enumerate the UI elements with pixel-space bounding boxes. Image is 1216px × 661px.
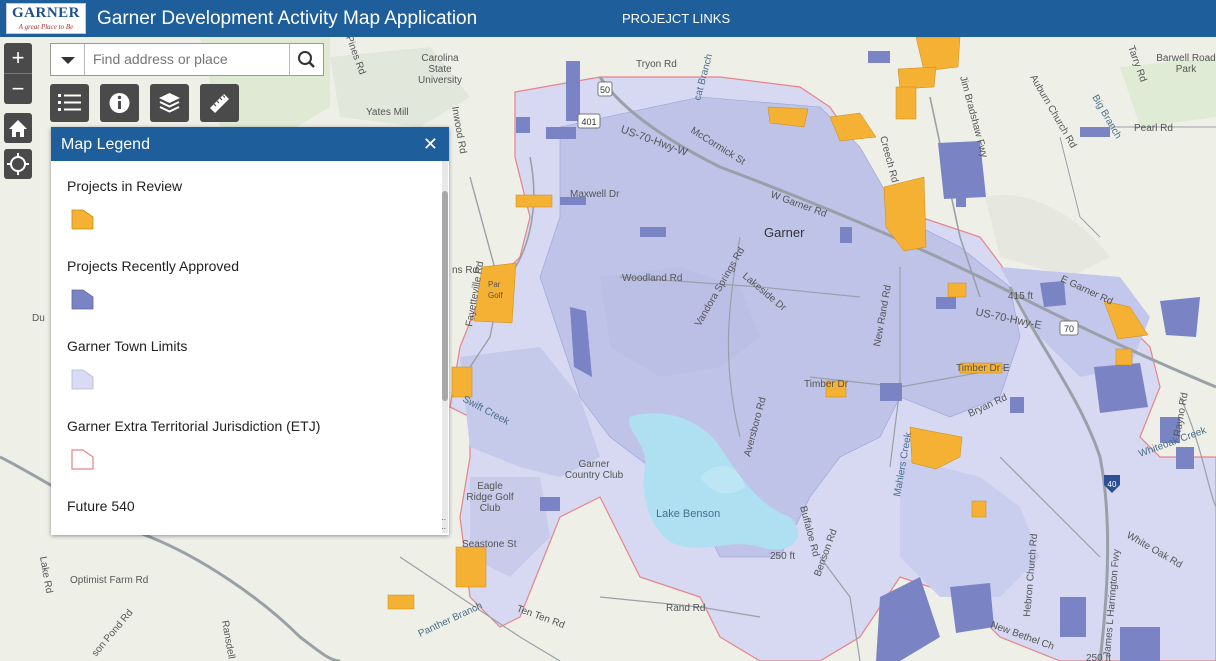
- label-optimist: Optimist Farm Rd: [70, 575, 148, 586]
- label-lakebenson: Lake Benson: [656, 508, 720, 520]
- locate-button[interactable]: [4, 149, 32, 179]
- legend-header: Map Legend ✕: [51, 127, 449, 161]
- list-icon: [58, 94, 81, 111]
- legend-item-label: Garner Extra Territorial Jurisdiction (E…: [67, 418, 321, 434]
- legend-scroll-thumb[interactable]: [442, 191, 448, 401]
- legend-item-label: Garner Town Limits: [67, 338, 188, 354]
- label-seastone: Seastone St: [462, 539, 517, 550]
- measure-button[interactable]: [200, 84, 239, 122]
- label-woodland: Woodland Rd: [622, 273, 682, 284]
- label-du: Du: [32, 313, 45, 324]
- legend-item-label: Projects in Review: [67, 178, 183, 194]
- search-source-dropdown[interactable]: [51, 44, 85, 75]
- search-button[interactable]: [289, 44, 323, 75]
- shield-401: 401: [581, 117, 596, 127]
- shield-i40: 40: [1108, 480, 1117, 489]
- locate-icon: [7, 153, 29, 175]
- zoom-in-button[interactable]: +: [4, 43, 32, 73]
- close-icon[interactable]: ✕: [423, 134, 438, 154]
- label-nsrd: ns Rd: [452, 265, 478, 276]
- search-widget: [50, 43, 324, 76]
- app-root: GARNER A great Place to Be Garner Develo…: [0, 0, 1216, 661]
- legend-body: Projects in Review Projects Recently App…: [51, 161, 443, 533]
- about-button[interactable]: [100, 84, 139, 122]
- info-icon: [109, 93, 130, 113]
- legend-swatch-town-limits: [71, 369, 94, 390]
- home-button[interactable]: [4, 113, 32, 143]
- label-yates: Yates Mill: [366, 107, 409, 118]
- legend-item-label: Projects Recently Approved: [67, 258, 239, 274]
- shield-50: 50: [600, 85, 610, 95]
- search-input[interactable]: [87, 45, 299, 73]
- label-timbere: Timber Dr E: [956, 363, 1010, 374]
- project-links-menu[interactable]: PROJEJCT LINKS: [622, 11, 730, 26]
- label-tryon: Tryon Rd: [636, 59, 677, 70]
- label-415: 415 ft: [1008, 291, 1033, 302]
- legend-swatch-review: [71, 209, 94, 230]
- legend-scrollbar[interactable]: [442, 161, 448, 533]
- legend-title: Map Legend: [61, 136, 150, 153]
- label-250b: 250 ft: [1086, 653, 1111, 661]
- logo-tagline: A great Place to Be: [18, 23, 74, 31]
- home-icon: [9, 120, 27, 137]
- legend-swatch-approved: [71, 289, 94, 310]
- label-timber: Timber Dr: [804, 379, 849, 390]
- layers-button[interactable]: [150, 84, 189, 122]
- label-pearl: Pearl Rd: [1134, 123, 1173, 134]
- logo-text: GARNER: [11, 5, 80, 21]
- label-rand: Rand Rd: [666, 603, 705, 614]
- legend-button[interactable]: [50, 84, 89, 122]
- app-header: GARNER A great Place to Be Garner Develo…: [0, 0, 1216, 37]
- ruler-icon: [210, 94, 229, 113]
- label-250a: 250 ft: [770, 551, 795, 562]
- resize-handle-icon[interactable]: ∙∙ ∙∙: [441, 515, 446, 533]
- zoom-out-button[interactable]: −: [4, 74, 32, 104]
- shield-70: 70: [1064, 324, 1074, 334]
- app-title: Garner Development Activity Map Applicat…: [97, 8, 478, 29]
- zoom-control: + −: [4, 43, 32, 104]
- legend-swatch-etj: [71, 449, 94, 470]
- legend-panel: Map Legend ✕ Projects in Review Projects…: [51, 127, 449, 535]
- label-garner: Garner: [764, 225, 805, 240]
- garner-logo: GARNER A great Place to Be: [6, 3, 86, 34]
- layers-icon: [159, 93, 180, 113]
- label-maxwell: Maxwell Dr: [570, 189, 620, 200]
- search-icon: [298, 51, 315, 68]
- legend-item-label: Future 540: [67, 498, 135, 514]
